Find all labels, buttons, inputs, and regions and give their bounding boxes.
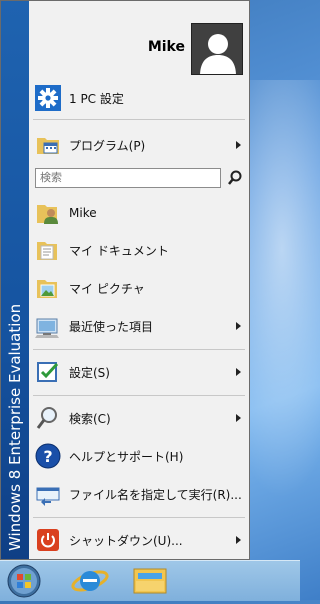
programs-label: プログラム(P)	[69, 138, 146, 153]
user-avatar-icon	[200, 34, 236, 74]
shutdown-label: シャットダウン(U)...	[69, 533, 183, 548]
start-orb-icon	[7, 564, 41, 598]
side-banner: Windows 8 Enterprise Evaluation	[1, 1, 29, 559]
start-button[interactable]	[0, 561, 56, 601]
separator	[33, 517, 245, 518]
pc-settings-label: 1 PC 設定	[69, 91, 124, 106]
side-banner-text: Windows 8 Enterprise Evaluation	[6, 303, 24, 551]
place-item-user[interactable]: Mike	[29, 196, 249, 230]
separator	[33, 119, 245, 120]
gear-icon	[35, 85, 61, 111]
user-folder-icon	[35, 200, 61, 226]
place-label: Mike	[69, 206, 97, 220]
place-label: マイ ドキュメント	[69, 243, 169, 258]
submenu-arrow-icon	[236, 536, 241, 544]
run-label: ファイル名を指定して実行(R)...	[69, 487, 242, 502]
pictures-folder-icon	[35, 275, 61, 301]
search-icon[interactable]	[226, 169, 244, 187]
place-item-pictures[interactable]: マイ ピクチャ	[29, 271, 249, 305]
find-item[interactable]: 検索(C)	[29, 401, 249, 435]
find-label: 検索(C)	[69, 411, 111, 426]
settings-checklist-icon	[35, 359, 61, 385]
help-label: ヘルプとサポート(H)	[69, 449, 184, 464]
pc-settings-item[interactable]: 1 PC 設定	[29, 81, 249, 115]
programs-item[interactable]: プログラム(P)	[29, 128, 249, 162]
user-name: Mike	[147, 39, 185, 55]
taskbar	[0, 560, 300, 601]
submenu-arrow-icon	[236, 414, 241, 422]
internet-explorer-icon	[71, 570, 109, 592]
separator	[33, 395, 245, 396]
start-menu-body: Mike 1 PC 設定 プログラム(P) 検索 Mike マイ ドキュメント …	[29, 1, 249, 559]
run-item[interactable]: ファイル名を指定して実行(R)...	[29, 477, 249, 511]
user-header: Mike	[29, 1, 249, 79]
start-menu: Windows 8 Enterprise Evaluation Mike 1 P…	[0, 0, 250, 560]
file-explorer-icon	[133, 568, 167, 594]
settings-item[interactable]: 設定(S)	[29, 355, 249, 389]
recent-items-label: 最近使った項目	[69, 319, 154, 334]
submenu-arrow-icon	[236, 368, 241, 376]
svg-text:?: ?	[43, 447, 52, 466]
place-item-recent[interactable]: 最近使った項目	[29, 309, 249, 343]
shutdown-item[interactable]: シャットダウン(U)...	[29, 523, 249, 557]
documents-folder-icon	[35, 237, 61, 263]
programs-folder-icon	[35, 132, 61, 158]
separator	[33, 349, 245, 350]
submenu-arrow-icon	[236, 141, 241, 149]
power-icon	[35, 527, 61, 553]
submenu-arrow-icon	[236, 322, 241, 330]
help-icon: ?	[35, 443, 61, 469]
place-label: マイ ピクチャ	[69, 281, 145, 296]
recent-items-icon	[35, 313, 61, 339]
taskbar-internet-explorer[interactable]	[64, 561, 120, 601]
help-item[interactable]: ? ヘルプとサポート(H)	[29, 439, 249, 473]
settings-label: 設定(S)	[69, 365, 110, 380]
taskbar-file-explorer[interactable]	[122, 561, 178, 601]
place-item-documents[interactable]: マイ ドキュメント	[29, 233, 249, 267]
user-avatar[interactable]	[191, 23, 243, 75]
magnifier-icon	[35, 405, 61, 431]
run-icon	[35, 481, 61, 507]
search-input[interactable]	[35, 168, 221, 188]
